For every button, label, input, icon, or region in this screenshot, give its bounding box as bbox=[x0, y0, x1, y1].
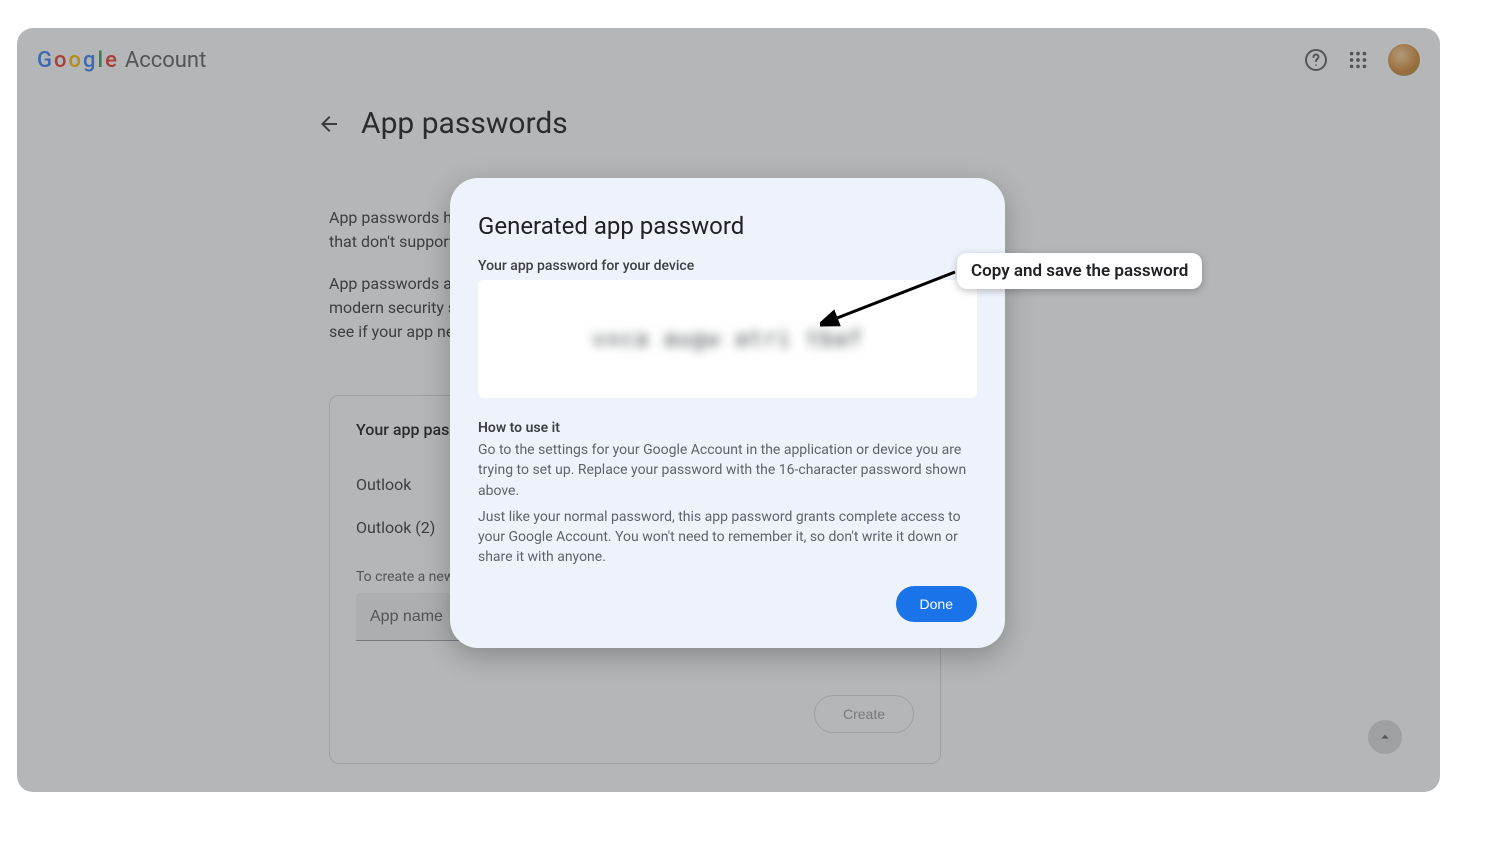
how-to-heading: How to use it bbox=[478, 420, 977, 436]
apps-grid-icon[interactable] bbox=[1346, 48, 1370, 72]
password-text: vxca augw atri tbaf bbox=[592, 327, 863, 352]
annotation-callout: Copy and save the password bbox=[957, 253, 1202, 289]
back-arrow-icon[interactable] bbox=[317, 112, 341, 136]
product-label: Account bbox=[125, 48, 206, 73]
scroll-to-top-button[interactable] bbox=[1368, 720, 1402, 754]
generated-password-modal: Generated app password Your app password… bbox=[450, 178, 1005, 648]
modal-title: Generated app password bbox=[478, 212, 977, 240]
page-title: App passwords bbox=[361, 106, 568, 141]
modal-subtitle: Your app password for your device bbox=[478, 258, 977, 274]
done-button[interactable]: Done bbox=[896, 586, 977, 622]
help-icon[interactable] bbox=[1304, 48, 1328, 72]
avatar[interactable] bbox=[1388, 44, 1420, 76]
password-display-box[interactable]: vxca augw atri tbaf bbox=[478, 280, 977, 398]
google-logo[interactable]: Google Account bbox=[37, 48, 206, 73]
page-title-row: App passwords bbox=[317, 106, 568, 141]
how-to-p1: Go to the settings for your Google Accou… bbox=[478, 440, 977, 501]
how-to-p2: Just like your normal password, this app… bbox=[478, 507, 977, 568]
create-button[interactable]: Create bbox=[814, 695, 914, 733]
header-bar: Google Account bbox=[17, 28, 1440, 92]
